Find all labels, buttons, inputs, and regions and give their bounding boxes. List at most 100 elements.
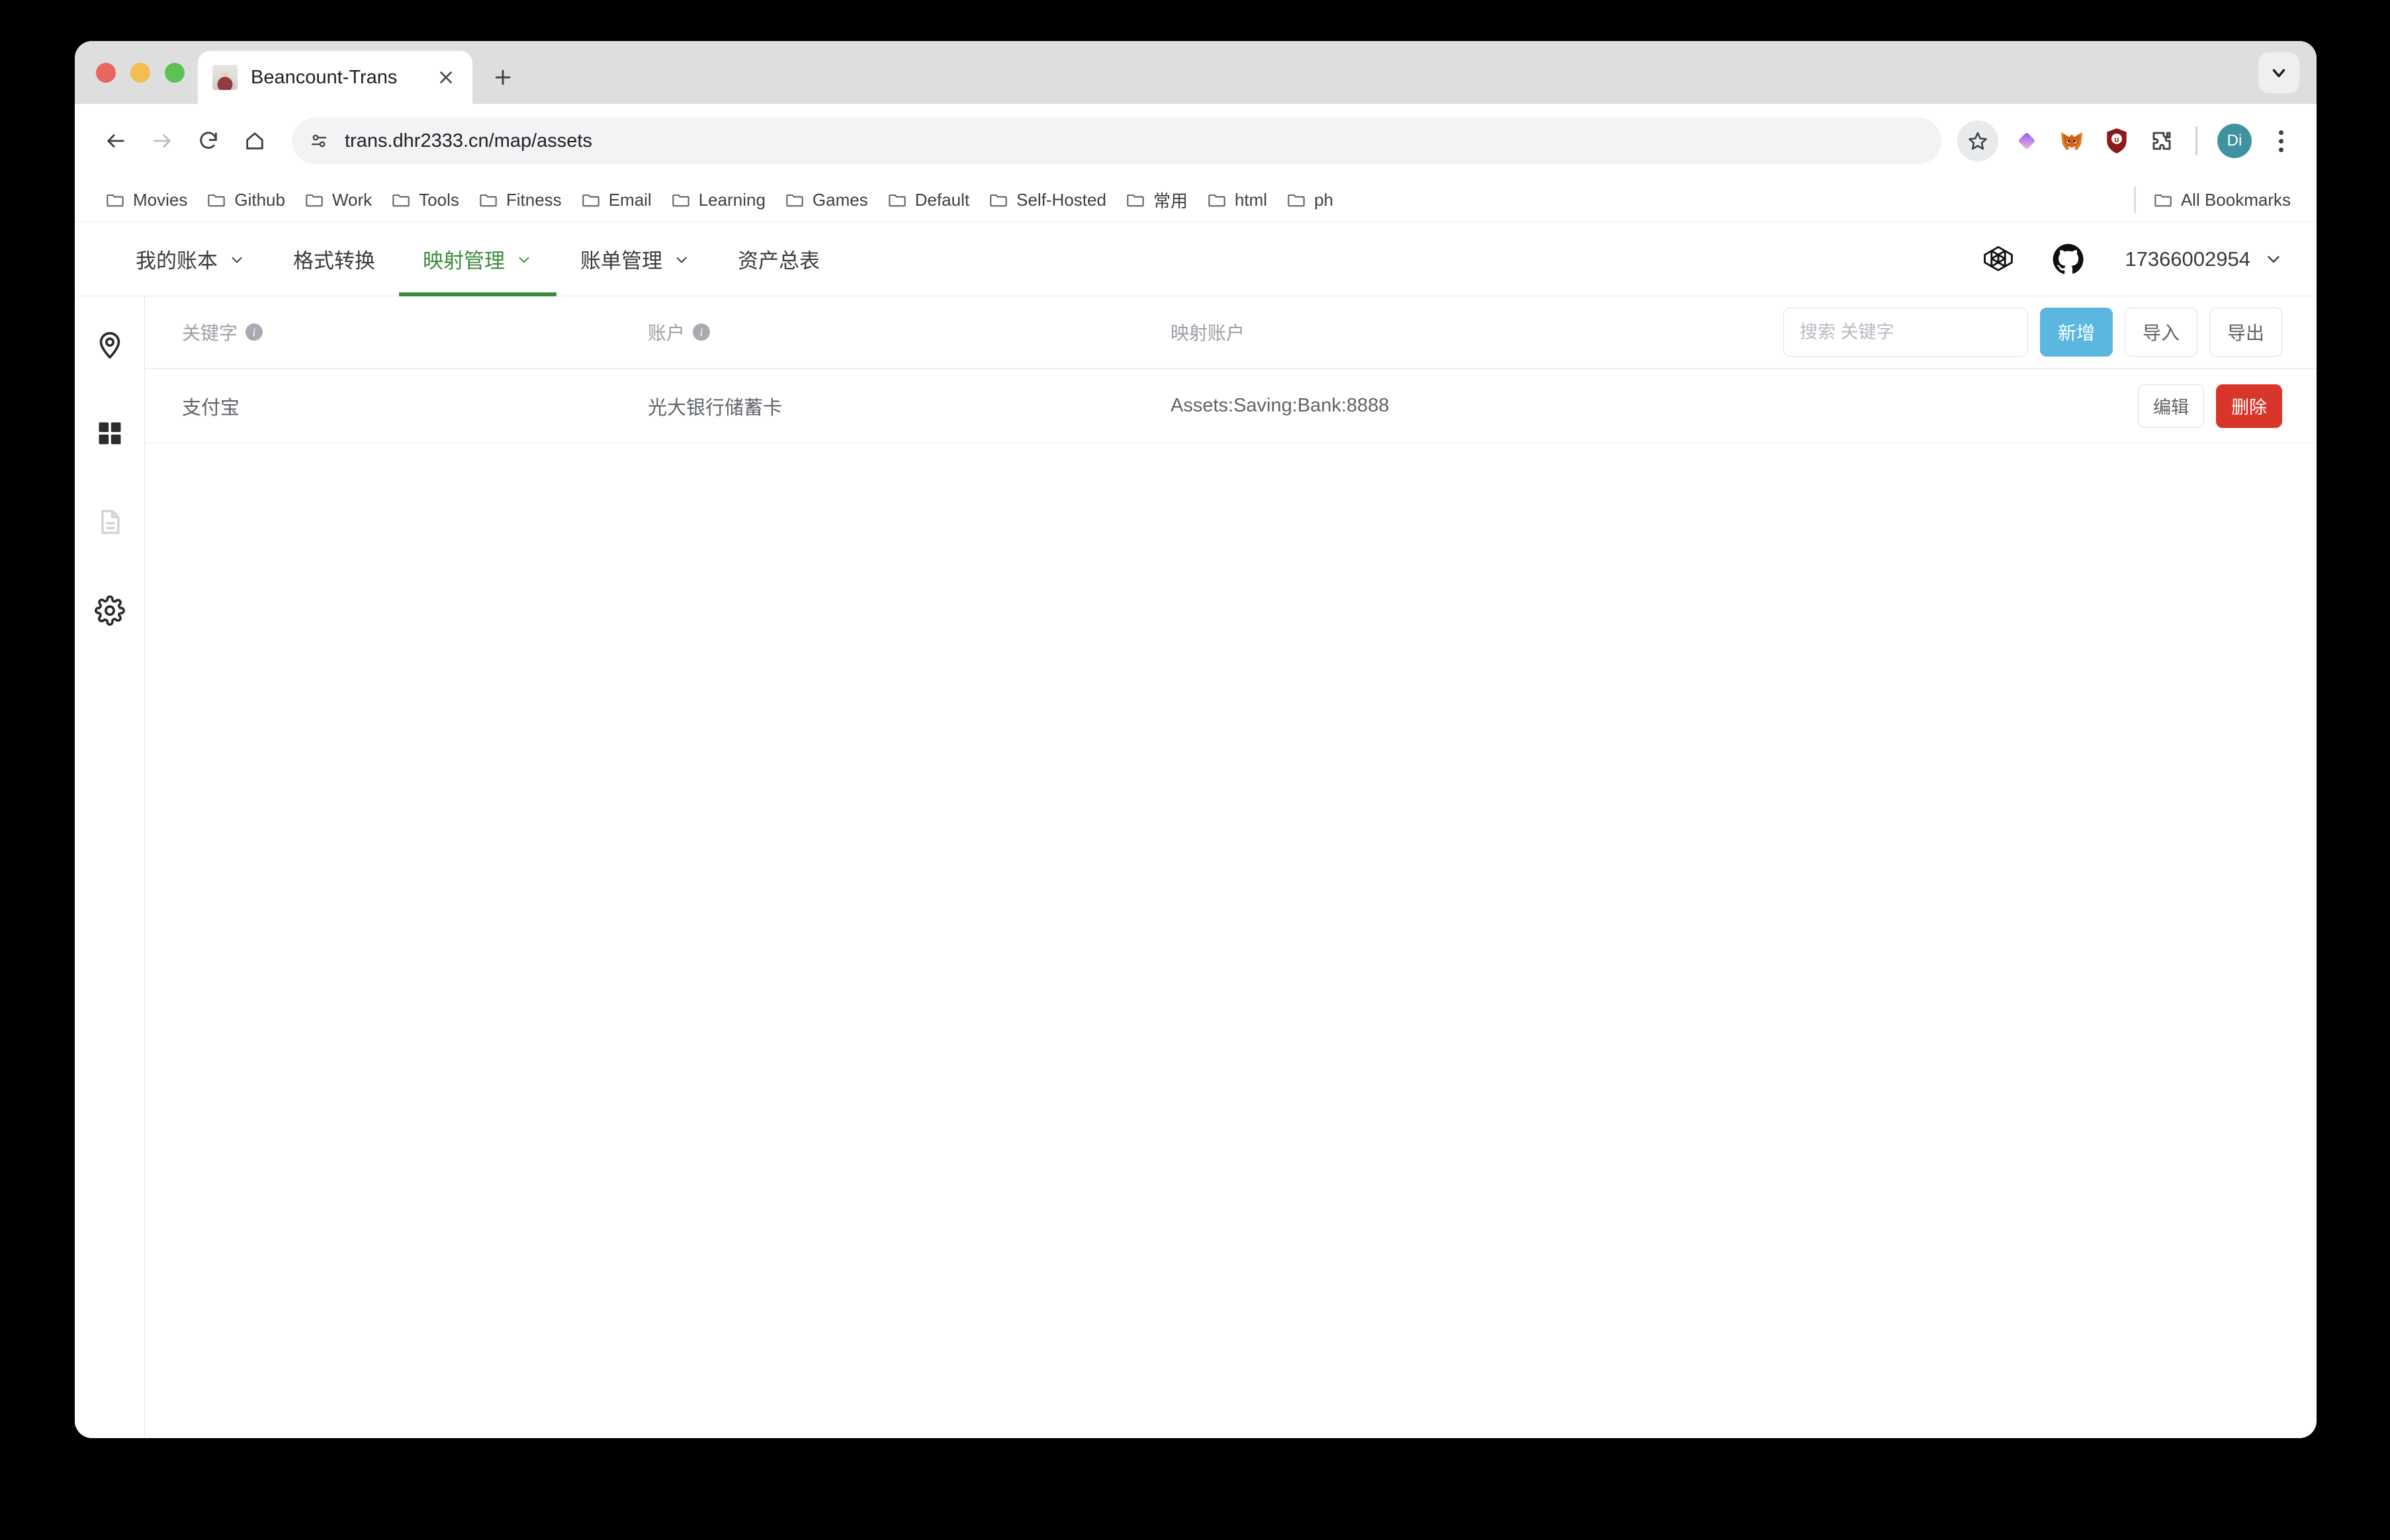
bookmark-label: 常用 <box>1153 191 1188 211</box>
keyword-info-icon[interactable]: i <box>245 323 263 341</box>
folder-icon <box>889 194 906 207</box>
metamask-icon[interactable] <box>2051 120 2092 161</box>
star-icon[interactable] <box>1957 120 1998 161</box>
puzzle-extensions-icon[interactable] <box>2141 120 2182 161</box>
folder-icon <box>1288 194 1305 207</box>
bookmark-folder-9[interactable]: Default <box>879 185 978 215</box>
nav-item-label: 账单管理 <box>580 249 662 273</box>
table-row[interactable]: 支付宝 光大银行储蓄卡 Assets:Saving:Bank:8888 编辑 删… <box>145 369 2317 443</box>
nav-item-2[interactable]: 格式转换 <box>269 222 399 296</box>
bookmark-label: Default <box>914 189 970 210</box>
bookmark-folder-3[interactable]: Work <box>296 185 380 215</box>
nav-item-4[interactable]: 账单管理 <box>556 222 714 296</box>
sidebar-item-document[interactable] <box>89 501 130 542</box>
browser-tab-beancount-trans[interactable]: Beancount-Trans <box>198 51 472 104</box>
sidebar-item-gear-settings[interactable] <box>89 590 130 631</box>
chevron-down-icon <box>232 257 242 263</box>
github-logo-icon[interactable] <box>2048 239 2089 280</box>
bookmark-folder-2[interactable]: Github <box>199 185 294 215</box>
nav-item-label: 资产总表 <box>738 249 820 273</box>
column-header-mapped-account-label: 映射账户 <box>1171 323 1245 343</box>
all-bookmarks-button[interactable]: All Bookmarks <box>2145 185 2299 215</box>
tab-strip: Beancount-Trans <box>75 41 2317 104</box>
account-name: 17366002954 <box>2125 247 2250 271</box>
close-tab-icon[interactable] <box>433 64 459 91</box>
home-icon[interactable] <box>234 120 276 162</box>
bookmarks-list: Movies Github Work Tools Fitness Email Learnin… <box>97 183 2134 217</box>
diamond-extension-icon[interactable] <box>2006 120 2047 161</box>
tab-favicon <box>212 65 238 90</box>
ublock-origin-icon[interactable]: ʊ <box>2096 120 2137 161</box>
account-info-icon[interactable]: i <box>693 323 711 341</box>
cell-mapped-account: Assets:Saving:Bank:8888 <box>1171 395 1390 416</box>
profile-avatar[interactable]: Di <box>2217 124 2252 158</box>
nav-item-1[interactable]: 我的账本 <box>112 222 269 296</box>
bookmark-folder-13[interactable]: ph <box>1278 185 1342 215</box>
maximize-window-button[interactable] <box>165 62 185 83</box>
search-input[interactable] <box>1783 308 2028 357</box>
bookmark-folder-11[interactable]: 常用 <box>1118 183 1196 217</box>
nav-item-label: 我的账本 <box>136 249 218 273</box>
reload-icon[interactable] <box>187 120 230 162</box>
add-button[interactable]: 新增 <box>2039 308 2113 357</box>
all-bookmarks-area: All Bookmarks <box>2133 185 2299 215</box>
table-toolbar: 新增 导入 导出 <box>1783 308 2282 357</box>
folder-icon <box>107 194 124 207</box>
export-button[interactable]: 导出 <box>2209 308 2282 357</box>
openai-logo-icon[interactable] <box>1978 239 2019 280</box>
window-traffic-lights <box>75 41 198 104</box>
bookmark-folder-1[interactable]: Movies <box>97 185 196 215</box>
bookmark-label: Learning <box>698 189 766 210</box>
app-nav-items: 我的账本 格式转换 映射管理 账单管理 资产总表 <box>112 222 1978 296</box>
minimize-window-button[interactable] <box>130 62 150 83</box>
nav-item-label: 映射管理 <box>423 249 505 273</box>
app-navigation-bar: 我的账本 格式转换 映射管理 账单管理 资产总表 17366002954 <box>75 222 2317 296</box>
folder-icon <box>672 194 689 207</box>
svg-text:ʊ: ʊ <box>2114 136 2119 144</box>
chevron-down-icon <box>676 257 687 263</box>
folder-icon <box>582 194 599 207</box>
tab-title: Beancount-Trans <box>251 66 398 88</box>
bookmark-folder-7[interactable]: Learning <box>663 185 774 215</box>
new-tab-icon[interactable] <box>484 59 521 96</box>
forward-arrow-icon[interactable] <box>141 120 183 162</box>
sidebar-item-grid-apps[interactable] <box>89 413 130 454</box>
browser-menu-icon[interactable] <box>2262 120 2299 161</box>
table-header-row: 关键字 i 账户 i 映射账户 搜索 关键字 新增 导入 导出 <box>145 296 2317 369</box>
bookmark-label: Games <box>812 189 868 210</box>
bookmark-label: Fitness <box>506 189 562 210</box>
bookmark-folder-12[interactable]: html <box>1199 185 1276 215</box>
app-nav-actions: 17366002954 <box>1978 239 2283 280</box>
site-settings-icon[interactable] <box>309 131 329 151</box>
bookmark-folder-8[interactable]: Games <box>777 185 877 215</box>
account-menu-button[interactable]: 17366002954 <box>2118 247 2283 271</box>
bookmark-folder-10[interactable]: Self-Hosted <box>981 185 1115 215</box>
nav-item-5[interactable]: 资产总表 <box>714 222 844 296</box>
bookmark-folder-4[interactable]: Tools <box>383 185 468 215</box>
import-button[interactable]: 导入 <box>2124 308 2197 357</box>
nav-item-3[interactable]: 映射管理 <box>399 222 556 296</box>
nav-item-label: 格式转换 <box>293 249 375 273</box>
address-bar[interactable]: trans.dhr2333.cn/map/assets <box>292 118 1941 164</box>
bookmark-label: Work <box>332 189 373 210</box>
sidebar-item-location-pin[interactable] <box>89 324 130 365</box>
folder-icon <box>306 194 323 207</box>
address-bar-url: trans.dhr2333.cn/map/assets <box>345 130 592 151</box>
folder-icon <box>1208 194 1225 207</box>
bookmark-folder-5[interactable]: Fitness <box>470 185 570 215</box>
cell-keyword: 支付宝 <box>182 397 240 419</box>
column-header-mapped-account: 映射账户 <box>1171 319 1783 345</box>
bookmark-folder-6[interactable]: Email <box>573 185 660 215</box>
bookmark-label: Tools <box>419 189 459 210</box>
close-window-button[interactable] <box>96 62 116 83</box>
main-content: 关键字 i 账户 i 映射账户 搜索 关键字 新增 导入 导出 支付宝 光大银行… <box>145 296 2317 1438</box>
toolbar-divider <box>2195 126 2197 155</box>
column-header-keyword-label: 关键字 <box>182 323 238 343</box>
tab-search-chevron-down-icon[interactable] <box>2258 52 2299 93</box>
edit-button[interactable]: 编辑 <box>2138 384 2204 428</box>
bookmark-label: Movies <box>133 189 188 210</box>
cell-account: 光大银行储蓄卡 <box>648 397 783 419</box>
back-arrow-icon[interactable] <box>95 120 137 162</box>
chevron-down-icon <box>519 257 529 263</box>
delete-button[interactable]: 删除 <box>2216 384 2282 428</box>
